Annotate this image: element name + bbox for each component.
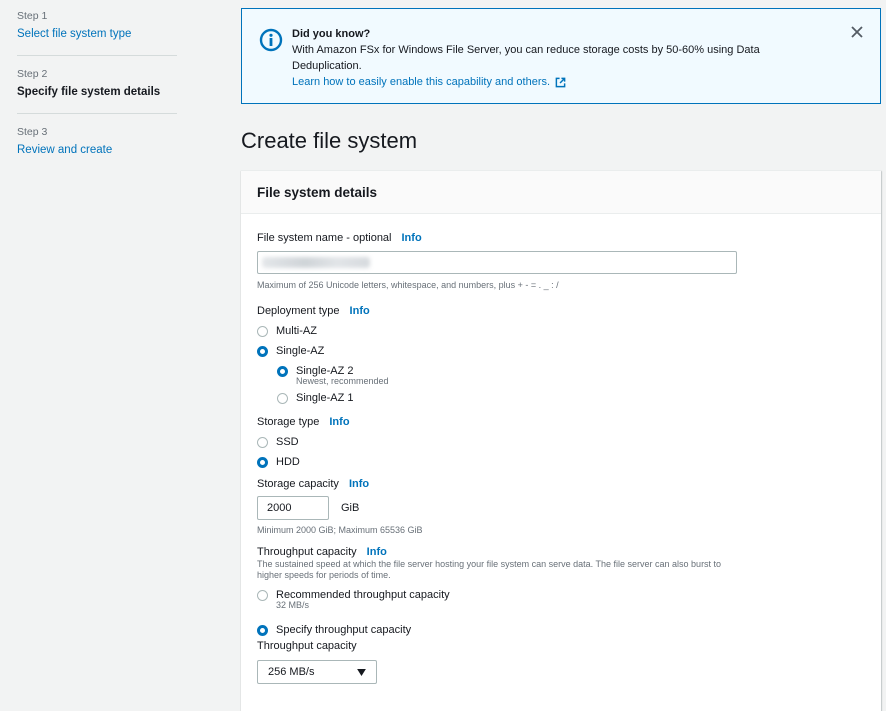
deployment-radio-group: Multi-AZ Single-AZ Single-AZ 2 Newest, r… — [257, 321, 865, 408]
radio-option-single-az-1[interactable]: Single-AZ 1 — [277, 388, 865, 408]
storage-capacity-hint: Minimum 2000 GiB; Maximum 65536 GiB — [257, 525, 423, 535]
name-field-label: File system name - optional Info — [257, 231, 865, 245]
storage-capacity-row: 2000 GiB — [257, 496, 865, 520]
throughput-label-text: Throughput capacity — [257, 546, 357, 558]
throughput-capacity-select[interactable]: 256 MB/s — [257, 660, 377, 684]
step-link-review-create[interactable]: Review and create — [17, 141, 177, 159]
name-label-text: File system name - optional — [257, 232, 392, 244]
page-title: Create file system — [241, 128, 418, 153]
banner-link-text: Learn how to easily enable this capabili… — [292, 76, 551, 88]
step-number: Step 3 — [17, 126, 48, 138]
single-az-sub-options: Single-AZ 2 Newest, recommended Single-A… — [277, 361, 865, 408]
step-number: Step 2 — [17, 68, 48, 80]
info-link-throughput[interactable]: Info — [367, 546, 387, 558]
step-1: Step 1 Select file system type — [17, 10, 177, 56]
radio-button-selected[interactable] — [257, 345, 268, 357]
radio-button[interactable] — [277, 392, 288, 404]
throughput-radio-group: Recommended throughput capacity 32 MB/s … — [257, 585, 865, 640]
step-link-select-type[interactable]: Select file system type — [17, 25, 177, 43]
step-2: Step 2 Specify file system details — [17, 68, 177, 114]
storage-capacity-unit: GiB — [341, 502, 360, 514]
info-icon — [259, 28, 283, 52]
info-link-storage-capacity[interactable]: Info — [349, 478, 369, 490]
select-value: 256 MB/s — [268, 666, 315, 678]
throughput-select-label: Throughput capacity — [257, 640, 357, 652]
throughput-capacity-label: Throughput capacity Info — [257, 545, 865, 559]
radio-button[interactable] — [257, 325, 268, 337]
storage-capacity-label-text: Storage capacity — [257, 478, 339, 490]
banner-content: Did you know? With Amazon FSx for Window… — [292, 26, 812, 90]
radio-label: Single-AZ — [276, 345, 325, 357]
radio-button-selected[interactable] — [257, 456, 268, 468]
throughput-description: The sustained speed at which the file se… — [257, 559, 722, 580]
radio-option-hdd[interactable]: HDD — [257, 452, 865, 472]
redacted-value — [262, 257, 370, 268]
storage-type-label: Storage type Info — [257, 415, 865, 429]
banner-title: Did you know? — [292, 28, 371, 40]
file-system-name-input[interactable] — [257, 251, 737, 274]
name-field-hint: Maximum of 256 Unicode letters, whitespa… — [257, 280, 559, 290]
panel-header: File system details — [241, 171, 881, 214]
storage-capacity-input[interactable]: 2000 — [257, 496, 329, 520]
file-system-details-panel: File system details File system name - o… — [241, 170, 881, 711]
radio-option-single-az[interactable]: Single-AZ — [257, 341, 865, 361]
close-icon[interactable] — [851, 26, 863, 38]
radio-label: Multi-AZ — [276, 325, 317, 337]
step-current-specify-details: Specify file system details — [17, 86, 161, 98]
radio-button[interactable] — [257, 589, 268, 601]
radio-option-specify-throughput[interactable]: Specify throughput capacity — [257, 620, 865, 640]
storage-capacity-label: Storage capacity Info — [257, 477, 865, 491]
external-link-icon — [555, 77, 566, 87]
panel-body: File system name - optional Info Maximum … — [241, 214, 881, 684]
radio-label: SSD — [276, 436, 299, 448]
deployment-type-label: Deployment type Info — [257, 304, 865, 318]
radio-label: Specify throughput capacity — [276, 624, 412, 636]
wizard-steps: Step 1 Select file system type Step 2 Sp… — [17, 10, 177, 183]
info-link-storage-type[interactable]: Info — [329, 416, 349, 428]
info-link-name[interactable]: Info — [402, 232, 422, 244]
radio-button-selected[interactable] — [277, 365, 288, 377]
banner-learn-more-link[interactable]: Learn how to easily enable this capabili… — [292, 74, 566, 90]
banner-message: With Amazon FSx for Windows File Server,… — [292, 44, 760, 72]
radio-button-selected[interactable] — [257, 624, 268, 636]
step-3: Step 3 Review and create — [17, 126, 177, 171]
radio-option-multi-az[interactable]: Multi-AZ — [257, 321, 865, 341]
radio-label: HDD — [276, 456, 300, 468]
storage-type-radio-group: SSD HDD — [257, 432, 865, 472]
info-link-deployment[interactable]: Info — [350, 305, 370, 317]
info-banner: Did you know? With Amazon FSx for Window… — [241, 8, 881, 104]
single-az-2-desc: Newest, recommended — [296, 376, 389, 386]
storage-type-label-text: Storage type — [257, 416, 320, 428]
caret-down-icon — [357, 669, 366, 676]
recommended-throughput-value: 32 MB/s — [276, 600, 310, 610]
radio-button[interactable] — [257, 436, 268, 448]
radio-option-ssd[interactable]: SSD — [257, 432, 865, 452]
step-number: Step 1 — [17, 10, 48, 22]
radio-label: Single-AZ 1 — [296, 392, 354, 404]
deployment-label-text: Deployment type — [257, 305, 340, 317]
